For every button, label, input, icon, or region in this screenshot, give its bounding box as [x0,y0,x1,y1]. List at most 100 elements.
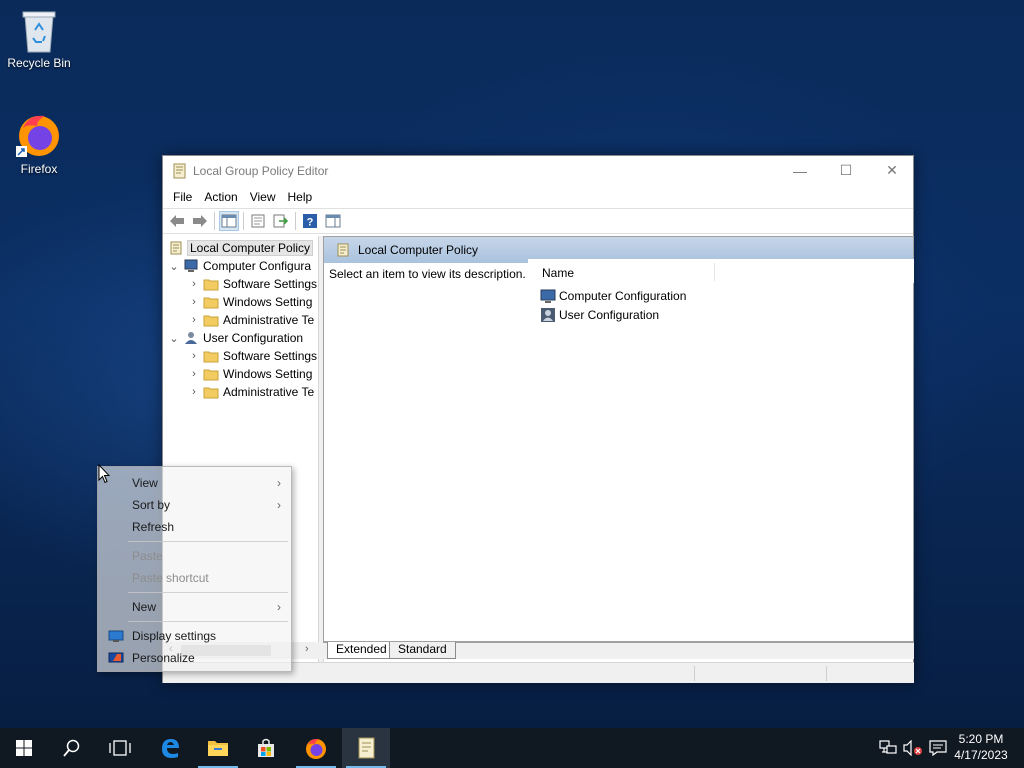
list-item-label: User Configuration [559,308,660,322]
context-item-paste[interactable]: Paste [98,545,291,567]
folder-icon [203,369,219,380]
context-item-label: Sort by [132,498,171,512]
volume-muted-icon [903,740,922,756]
chevron-down-icon[interactable]: ⌄ [167,260,181,273]
taskbar-store[interactable] [242,728,290,768]
tree-item-software-settings[interactable]: › Software Settings [187,275,317,293]
clock-date: 4/17/2023 [954,748,1008,762]
tab-extended[interactable]: Extended [327,642,396,659]
context-item-personalize[interactable]: Personalize [98,647,291,669]
task-view-icon [109,740,131,756]
tree-item-local-computer-policy[interactable]: Local Computer Policy [167,239,314,257]
menu-file[interactable]: File [167,190,198,204]
file-explorer-icon [208,741,228,756]
context-item-label: Refresh [132,520,175,534]
forward-button[interactable] [190,211,210,231]
chevron-down-icon[interactable]: ⌄ [167,332,181,345]
taskbar-group-policy-editor[interactable] [342,728,390,768]
recycle-bin-icon [22,11,56,53]
menu-action[interactable]: Action [198,190,243,204]
chevron-right-icon[interactable]: › [187,386,201,398]
column-header-name[interactable]: Name [542,266,574,280]
context-item-view[interactable]: View › [98,472,291,494]
list-item-computer-configuration[interactable]: Computer Configuration [540,287,686,305]
properties-button[interactable] [248,211,268,231]
toolbar-separator [295,212,296,230]
console-tree-icon [221,214,237,228]
chevron-right-icon[interactable]: › [187,368,201,380]
desktop-icon-recycle-bin[interactable]: Recycle Bin [1,8,77,70]
context-item-paste-shortcut[interactable]: Paste shortcut [98,567,291,589]
context-separator [128,541,288,542]
store-icon [258,738,274,757]
close-button[interactable]: ✕ [869,156,915,185]
tree-item-windows-settings[interactable]: › Windows Setting [187,293,312,311]
taskbar-file-explorer[interactable] [194,728,242,768]
chevron-right-icon[interactable]: › [187,278,201,290]
desktop-icon-firefox[interactable]: Firefox [1,110,77,176]
context-item-label: New [132,600,157,614]
tree-item-label: User Configuration [203,331,304,345]
back-button[interactable] [167,211,187,231]
notification-icon [929,740,947,756]
tree-item-administrative-templates[interactable]: › Administrative Te [187,311,314,329]
firefox-icon [306,738,326,759]
context-item-label: View [132,476,158,490]
search-button[interactable] [48,728,96,768]
export-list-button[interactable] [271,211,291,231]
tree-item-label: Administrative Te [223,313,315,327]
maximize-button[interactable]: ☐ [823,156,869,185]
context-item-sort-by[interactable]: Sort by › [98,494,291,516]
scroll-right-icon[interactable]: › [305,643,309,655]
context-item-label: Paste [132,549,163,563]
help-icon: ? [303,214,317,229]
search-icon [63,739,80,757]
result-pane: Local Computer Policy Select an item to … [323,236,914,642]
clock-time: 5:20 PM [958,732,1004,746]
start-button[interactable] [0,728,48,768]
taskbar-firefox[interactable] [292,728,340,768]
volume-tray-button[interactable] [902,728,924,768]
menu-help[interactable]: Help [282,190,319,204]
chevron-right-icon: › [277,600,281,614]
svg-text:?: ? [307,217,314,229]
tree-item-user-configuration[interactable]: ⌄ User Configuration [167,329,303,347]
context-separator [128,621,288,622]
tree-item-software-settings[interactable]: › Software Settings [187,347,317,365]
help-button[interactable]: ? [300,211,320,231]
tree-item-windows-settings[interactable]: › Windows Setting [187,365,312,383]
status-divider [694,666,695,681]
tree-item-label: Local Computer Policy [187,240,314,256]
policy-icon [170,241,182,255]
minimize-button[interactable]: — [777,156,823,185]
menu-view[interactable]: View [244,190,282,204]
folder-icon [203,315,219,326]
network-tray-button[interactable] [878,728,898,768]
show-hide-console-tree-button[interactable] [219,211,239,231]
context-item-new[interactable]: New › [98,596,291,618]
tree-item-administrative-templates[interactable]: › Administrative Te [187,383,314,401]
context-item-display-settings[interactable]: Display settings [98,625,291,647]
taskbar-edge[interactable] [146,728,194,768]
desktop-icon-label: Firefox [20,162,58,176]
context-item-label: Display settings [132,629,217,643]
show-hide-action-pane-button[interactable] [323,211,343,231]
user-config-icon [185,332,197,344]
chevron-right-icon[interactable]: › [187,296,201,308]
export-icon [273,214,289,228]
properties-icon [251,214,265,228]
list-item-user-configuration[interactable]: User Configuration [540,306,659,324]
task-view-button[interactable] [96,728,144,768]
notifications-button[interactable] [928,728,948,768]
column-divider[interactable] [714,263,715,281]
taskbar-clock[interactable]: 5:20 PM 4/17/2023 [950,731,1012,763]
taskbar: 5:20 PM 4/17/2023 [0,728,1024,768]
chevron-right-icon[interactable]: › [187,350,201,362]
title-bar[interactable]: Local Group Policy Editor — ☐ ✕ [163,156,913,185]
tab-standard[interactable]: Standard [389,642,456,659]
chevron-right-icon[interactable]: › [187,314,201,326]
tree-item-computer-configuration[interactable]: ⌄ Computer Configura [167,257,311,275]
tree-item-label: Computer Configura [203,259,312,273]
context-item-refresh[interactable]: Refresh [98,516,291,538]
tree-item-label: Software Settings [223,277,318,291]
